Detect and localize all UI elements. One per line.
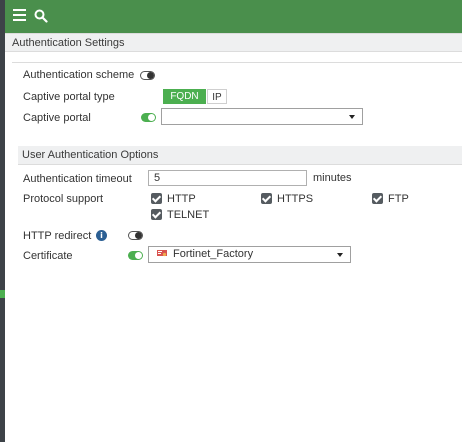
protocol-telnet-label: TELNET bbox=[167, 209, 210, 221]
authentication-timeout-input[interactable] bbox=[148, 170, 307, 186]
sidebar-active-indicator bbox=[0, 290, 5, 298]
authentication-scheme-label: Authentication scheme bbox=[23, 69, 135, 81]
menu-icon[interactable] bbox=[13, 9, 26, 22]
chevron-down-icon bbox=[337, 253, 343, 257]
protocol-support-label: Protocol support bbox=[23, 193, 104, 205]
certificate-select[interactable]: Fortinet_Factory bbox=[148, 246, 351, 263]
section-header-user-authentication-options: User Authentication Options bbox=[18, 146, 462, 165]
portal-type-fqdn-option[interactable]: FQDN bbox=[163, 89, 206, 104]
captive-portal-toggle[interactable] bbox=[141, 113, 156, 122]
http-redirect-toggle[interactable] bbox=[128, 231, 143, 240]
captive-portal-label: Captive portal bbox=[23, 112, 91, 124]
certificate-label: Certificate bbox=[23, 250, 73, 262]
protocol-http-checkbox[interactable] bbox=[151, 193, 162, 204]
protocol-telnet-checkbox[interactable] bbox=[151, 209, 162, 220]
section-header-authentication-settings: Authentication Settings bbox=[5, 33, 462, 52]
protocol-https-checkbox[interactable] bbox=[261, 193, 272, 204]
top-bar bbox=[5, 0, 462, 33]
panel-divider bbox=[12, 62, 462, 63]
left-sidebar-rail bbox=[0, 0, 5, 442]
protocol-ftp-checkbox[interactable] bbox=[372, 193, 383, 204]
captive-portal-type-label: Captive portal type bbox=[23, 91, 115, 103]
certificate-toggle[interactable] bbox=[128, 251, 143, 260]
portal-type-ip-option[interactable]: IP bbox=[207, 89, 227, 104]
chevron-down-icon bbox=[349, 115, 355, 119]
captive-portal-select[interactable] bbox=[161, 108, 363, 125]
protocol-https-label: HTTPS bbox=[277, 193, 314, 205]
authentication-timeout-label: Authentication timeout bbox=[23, 173, 132, 185]
timeout-unit-label: minutes bbox=[313, 172, 352, 184]
certificate-icon bbox=[157, 250, 167, 257]
authentication-scheme-toggle[interactable] bbox=[140, 71, 155, 80]
http-redirect-label: HTTP redirect bbox=[23, 230, 92, 242]
protocol-ftp-label: FTP bbox=[388, 193, 409, 205]
certificate-value: Fortinet_Factory bbox=[173, 248, 254, 260]
info-icon[interactable]: i bbox=[96, 230, 107, 241]
protocol-http-label: HTTP bbox=[167, 193, 196, 205]
search-icon[interactable] bbox=[34, 9, 48, 23]
